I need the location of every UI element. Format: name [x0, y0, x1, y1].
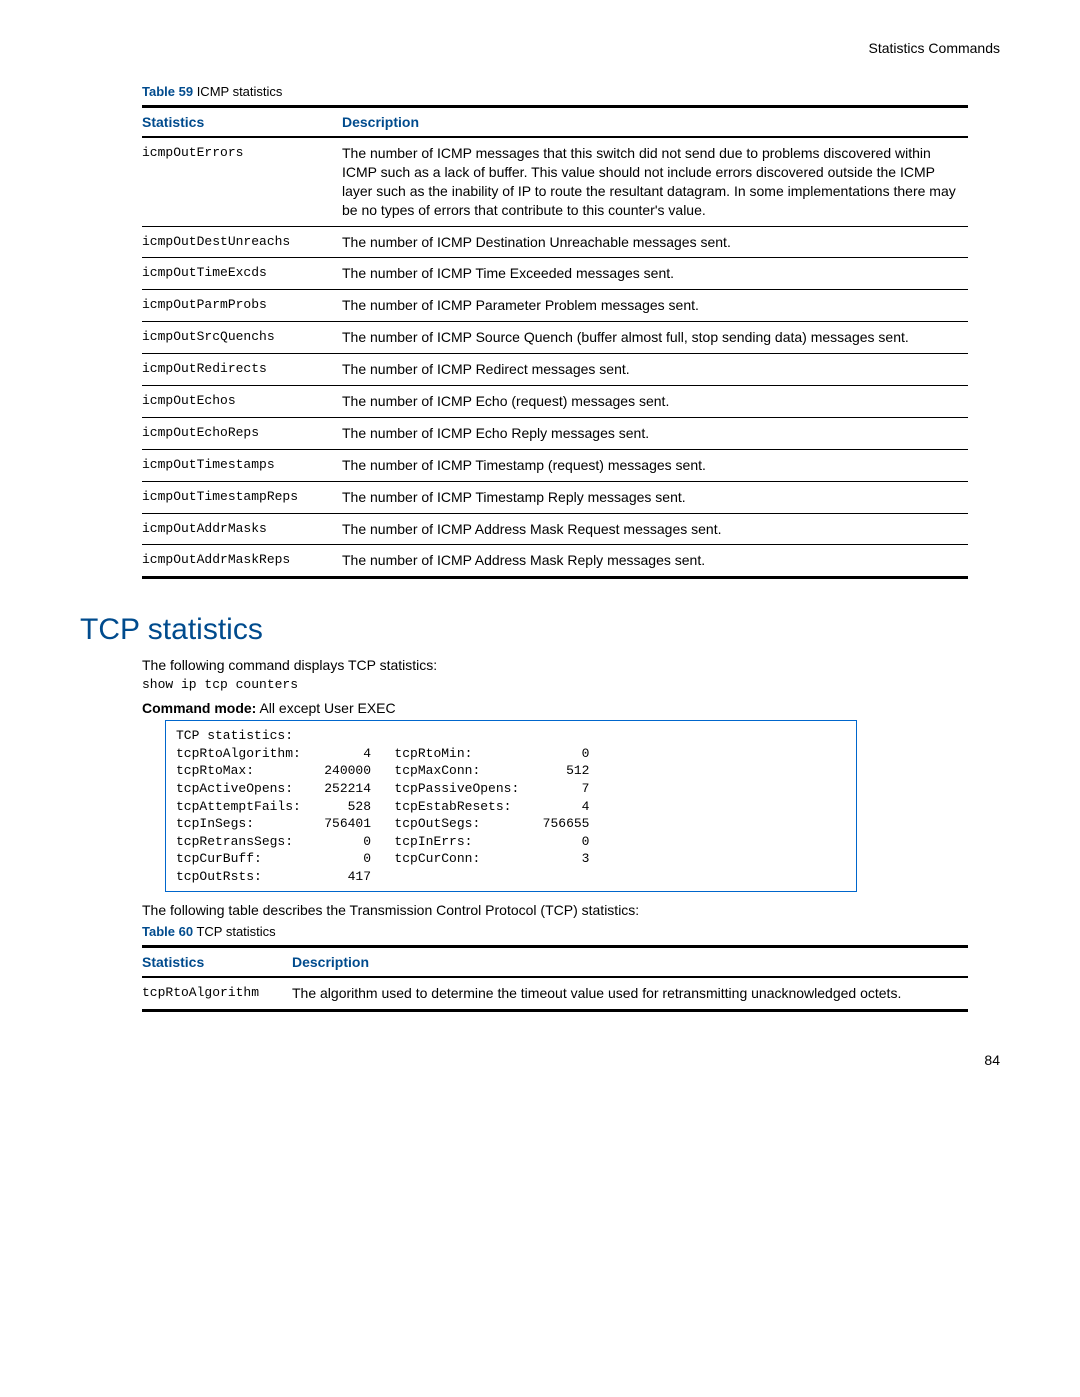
table-row: icmpOutErrorsThe number of ICMP messages… — [142, 137, 968, 226]
table-row: icmpOutTimeExcdsThe number of ICMP Time … — [142, 258, 968, 290]
command-mode-label: Command mode: — [142, 700, 256, 716]
table-row: icmpOutTimestampRepsThe number of ICMP T… — [142, 481, 968, 513]
stat-desc-cell: The number of ICMP Source Quench (buffer… — [342, 322, 968, 354]
stat-name-cell: icmpOutEchos — [142, 386, 342, 418]
command-mode-line: Command mode: All except User EXEC — [142, 700, 1000, 716]
stat-name-cell: icmpOutTimeExcds — [142, 258, 342, 290]
page-number: 84 — [80, 1052, 1000, 1068]
stat-name-cell: icmpOutAddrMasks — [142, 513, 342, 545]
table-row: icmpOutEchoRepsThe number of ICMP Echo R… — [142, 417, 968, 449]
stat-name-cell: icmpOutDestUnreachs — [142, 226, 342, 258]
table-row: icmpOutAddrMaskRepsThe number of ICMP Ad… — [142, 545, 968, 578]
stat-name-cell: tcpRtoAlgorithm — [142, 977, 292, 1010]
table-row: icmpOutEchosThe number of ICMP Echo (req… — [142, 386, 968, 418]
stat-desc-cell: The number of ICMP Address Mask Request … — [342, 513, 968, 545]
table60-caption: Table 60 TCP statistics — [142, 924, 1000, 939]
table-row: icmpOutTimestampsThe number of ICMP Time… — [142, 449, 968, 481]
stat-desc-cell: The number of ICMP Redirect messages sen… — [342, 354, 968, 386]
stat-name-cell: icmpOutRedirects — [142, 354, 342, 386]
table60-caption-text: TCP statistics — [196, 924, 275, 939]
page-section-header: Statistics Commands — [80, 40, 1000, 56]
tcp-statistics-heading: TCP statistics — [80, 613, 1000, 647]
table-row: tcpRtoAlgorithmThe algorithm used to det… — [142, 977, 968, 1010]
stat-desc-cell: The number of ICMP Timestamp (request) m… — [342, 449, 968, 481]
stat-desc-cell: The number of ICMP Timestamp Reply messa… — [342, 481, 968, 513]
stat-desc-cell: The number of ICMP messages that this sw… — [342, 137, 968, 226]
table-row: icmpOutAddrMasksThe number of ICMP Addre… — [142, 513, 968, 545]
tcp-console-output: TCP statistics: tcpRtoAlgorithm: 4 tcpRt… — [165, 720, 857, 892]
table60-col2-header: Description — [292, 947, 968, 978]
table59: Statistics Description icmpOutErrorsThe … — [142, 105, 968, 579]
table59-caption-text: ICMP statistics — [197, 84, 283, 99]
tcp-show-command: show ip tcp counters — [142, 677, 1000, 692]
stat-name-cell: icmpOutParmProbs — [142, 290, 342, 322]
table60-caption-label: Table 60 — [142, 924, 193, 939]
table59-col2-header: Description — [342, 107, 968, 138]
table-row: icmpOutSrcQuenchsThe number of ICMP Sour… — [142, 322, 968, 354]
stat-name-cell: icmpOutSrcQuenchs — [142, 322, 342, 354]
tcp-after-console-text: The following table describes the Transm… — [142, 902, 1000, 918]
stat-desc-cell: The algorithm used to determine the time… — [292, 977, 968, 1010]
stat-name-cell: icmpOutTimestampReps — [142, 481, 342, 513]
stat-desc-cell: The number of ICMP Echo Reply messages s… — [342, 417, 968, 449]
table-row: icmpOutRedirectsThe number of ICMP Redir… — [142, 354, 968, 386]
stat-desc-cell: The number of ICMP Destination Unreachab… — [342, 226, 968, 258]
table59-caption: Table 59 ICMP statistics — [142, 84, 1000, 99]
stat-desc-cell: The number of ICMP Echo (request) messag… — [342, 386, 968, 418]
command-mode-text: All except User EXEC — [256, 700, 395, 716]
table59-col1-header: Statistics — [142, 107, 342, 138]
stat-name-cell: icmpOutAddrMaskReps — [142, 545, 342, 578]
table60: Statistics Description tcpRtoAlgorithmTh… — [142, 945, 968, 1012]
stat-name-cell: icmpOutTimestamps — [142, 449, 342, 481]
table60-col1-header: Statistics — [142, 947, 292, 978]
tcp-intro-text: The following command displays TCP stati… — [142, 657, 1000, 673]
stat-desc-cell: The number of ICMP Address Mask Reply me… — [342, 545, 968, 578]
stat-desc-cell: The number of ICMP Parameter Problem mes… — [342, 290, 968, 322]
stat-desc-cell: The number of ICMP Time Exceeded message… — [342, 258, 968, 290]
table-row: icmpOutDestUnreachsThe number of ICMP De… — [142, 226, 968, 258]
table59-caption-label: Table 59 — [142, 84, 193, 99]
stat-name-cell: icmpOutErrors — [142, 137, 342, 226]
table-row: icmpOutParmProbsThe number of ICMP Param… — [142, 290, 968, 322]
stat-name-cell: icmpOutEchoReps — [142, 417, 342, 449]
